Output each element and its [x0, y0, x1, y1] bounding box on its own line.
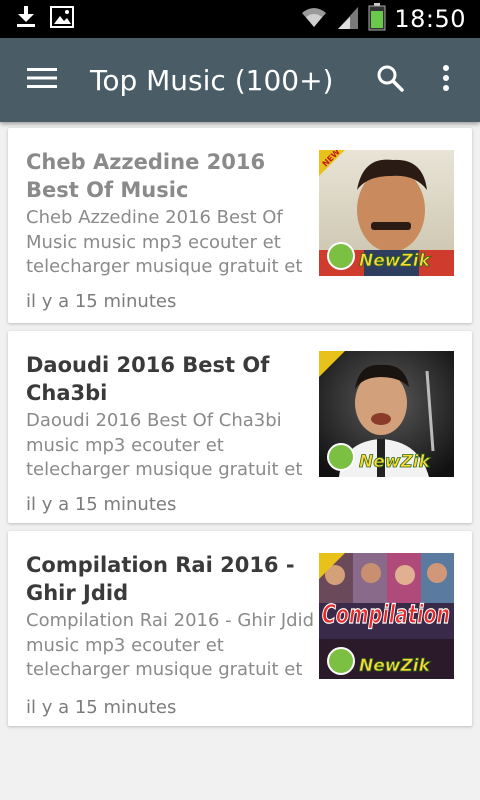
item-title: Cheb Azzedine 2016 Best Of Music: [26, 150, 266, 202]
download-icon: [16, 6, 36, 32]
more-vert-icon: [442, 64, 450, 96]
battery-icon: [368, 3, 386, 35]
menu-button[interactable]: [12, 50, 72, 110]
signal-icon: [336, 5, 360, 33]
svg-text:Compilation: Compilation: [322, 600, 450, 630]
search-button[interactable]: [362, 50, 418, 110]
list-item[interactable]: Daoudi 2016 Best Of Cha3bi Daoudi 2016 B…: [8, 331, 472, 523]
page-title: Top Music (100+): [90, 63, 334, 97]
clock-time: 18:50: [394, 5, 466, 33]
app-bar: Top Music (100+): [0, 38, 480, 122]
item-description: Daoudi 2016 Best Of Cha3bi music mp3 eco…: [26, 410, 303, 480]
newzik-badge: NewZik: [359, 251, 432, 271]
list-item[interactable]: Compilation Rai 2016 - Ghir Jdid Compila…: [8, 531, 472, 726]
status-bar: 18:50: [0, 0, 480, 38]
search-icon: [376, 64, 404, 96]
list-item[interactable]: Cheb Azzedine 2016 Best Of Music Cheb Az…: [8, 128, 472, 323]
item-thumbnail: NewZik: [319, 351, 454, 477]
image-icon: [50, 6, 74, 32]
item-title: Compilation Rai 2016 - Ghir Jdid: [26, 553, 295, 605]
item-thumbnail: Compilation NewZik: [319, 553, 454, 679]
overflow-menu-button[interactable]: [418, 50, 474, 110]
item-time: il y a 15 minutes: [26, 494, 177, 515]
wifi-icon: [300, 5, 328, 33]
svg-text:NewZik: NewZik: [359, 452, 432, 472]
menu-icon: [27, 67, 57, 93]
item-description: Compilation Rai 2016 - Ghir Jdid music m…: [26, 610, 315, 680]
item-thumbnail: NEW NewZik: [319, 150, 454, 276]
item-time: il y a 15 minutes: [26, 697, 177, 718]
svg-text:NewZik: NewZik: [359, 656, 432, 676]
item-description: Cheb Azzedine 2016 Best Of Music music m…: [26, 207, 303, 277]
item-title: Daoudi 2016 Best Of Cha3bi: [26, 353, 270, 405]
item-time: il y a 15 minutes: [26, 291, 177, 312]
